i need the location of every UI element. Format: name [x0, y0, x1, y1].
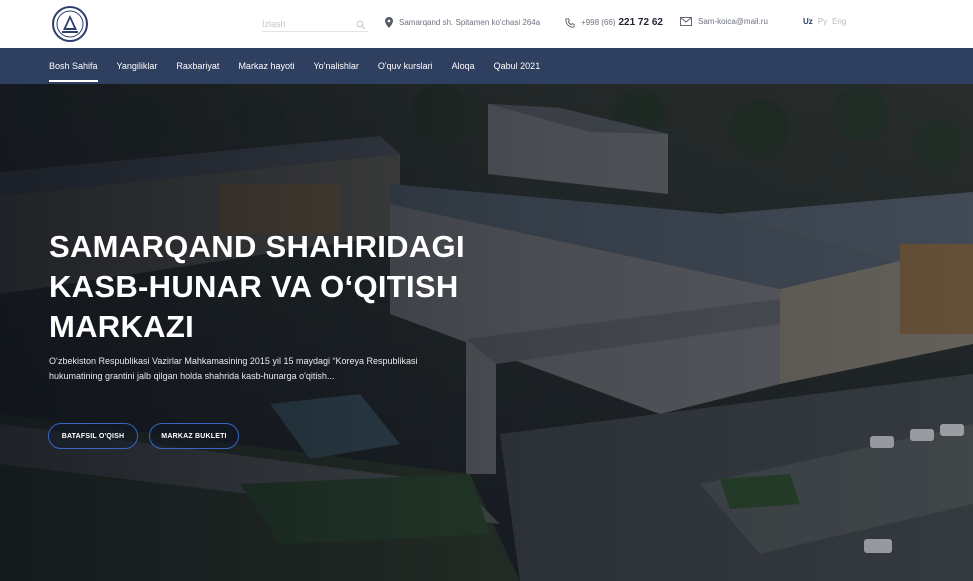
booklet-button[interactable]: MARKAZ BUKLETI	[149, 423, 239, 449]
nav-item-courses[interactable]: O'quv kurslari	[378, 48, 433, 84]
hero-banner: SAMARQAND SHAHRIDAGI KASB-HUNAR VA O‘QIT…	[0, 84, 973, 581]
hero-title: SAMARQAND SHAHRIDAGI KASB-HUNAR VA O‘QIT…	[49, 229, 465, 344]
mail-icon	[680, 17, 692, 26]
lang-ru[interactable]: Ру	[818, 17, 827, 26]
email-info[interactable]: Sam-koica@mail.ru	[680, 17, 768, 26]
lang-uz[interactable]: Uz	[803, 17, 813, 26]
location-pin-icon	[385, 17, 393, 28]
read-more-button[interactable]: BATAFSIL O'QISH	[48, 423, 138, 449]
nav-item-home[interactable]: Bosh Sahifa	[49, 48, 98, 84]
lang-en[interactable]: Eng	[832, 17, 846, 26]
main-nav: Bosh Sahifa Yangiliklar Raxbariyat Marka…	[0, 48, 973, 84]
nav-item-contact[interactable]: Aloqa	[452, 48, 475, 84]
phone-prefix: +998 (66)	[581, 18, 616, 27]
nav-item-leadership[interactable]: Raxbariyat	[176, 48, 219, 84]
nav-item-directions[interactable]: Yo'nalishlar	[313, 48, 358, 84]
hero-description: O‘zbekiston Respublikasi Vazirlar Mahkam…	[49, 356, 418, 381]
phone-info[interactable]: +998 (66) 221 72 62	[565, 17, 663, 28]
search-box[interactable]	[262, 14, 368, 32]
phone-number: 221 72 62	[618, 17, 663, 28]
address-info: Samarqand sh. Spitamen ko'chasi 264a	[385, 17, 540, 28]
nav-item-news[interactable]: Yangiliklar	[117, 48, 158, 84]
email-text: Sam-koica@mail.ru	[698, 17, 768, 26]
language-switcher: Uz Ру Eng	[803, 17, 846, 26]
top-header: Samarqand sh. Spitamen ko'chasi 264a +99…	[0, 0, 973, 48]
nav-item-admission[interactable]: Qabul 2021	[494, 48, 541, 84]
search-icon[interactable]	[356, 17, 366, 35]
phone-icon	[565, 17, 575, 28]
logo-emblem[interactable]	[52, 6, 88, 42]
nav-item-center-life[interactable]: Markaz hayoti	[238, 48, 294, 84]
search-input[interactable]	[262, 16, 352, 32]
address-text: Samarqand sh. Spitamen ko'chasi 264a	[399, 18, 541, 27]
